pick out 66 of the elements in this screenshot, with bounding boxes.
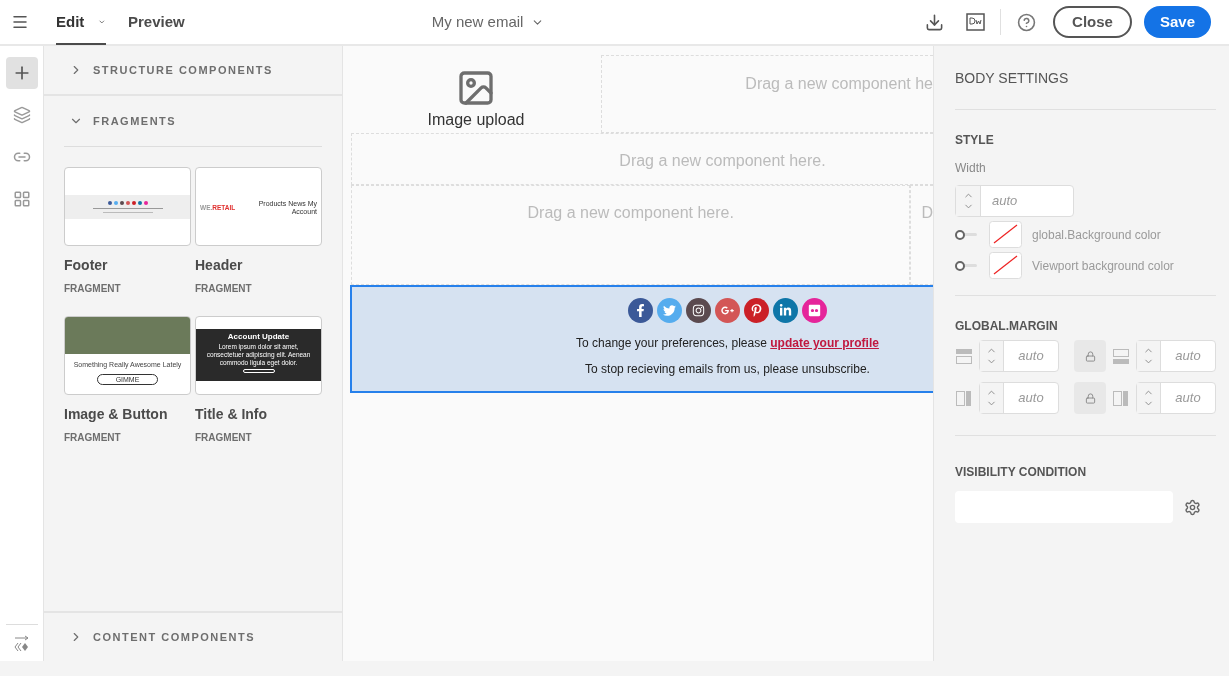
margin-icon <box>955 389 973 407</box>
linkedin-icon[interactable] <box>773 298 798 323</box>
section-heading: GLOBAL.MARGIN <box>955 318 1059 335</box>
instagram-icon[interactable] <box>686 298 711 323</box>
margin-icon <box>955 347 973 365</box>
lock-icon <box>1084 350 1096 362</box>
fragment-type: FRAGMENT <box>64 282 122 296</box>
width-stepper[interactable]: auto <box>955 185 1074 217</box>
download-icon[interactable] <box>925 12 945 32</box>
close-button[interactable]: Close <box>1053 6 1132 38</box>
no-color-swatch[interactable] <box>989 252 1022 279</box>
field-label: Width <box>955 160 987 177</box>
footer-thumbnail[interactable] <box>64 167 191 246</box>
fragment-type: FRAGMENT <box>64 431 122 445</box>
color-label: Viewport background color <box>1032 257 1174 275</box>
lock-icon <box>1084 392 1096 404</box>
settings-icon[interactable] <box>1184 498 1201 516</box>
fragment-name: Footer <box>64 256 109 275</box>
fragment-name: Title & Info <box>195 405 269 424</box>
width-field[interactable]: auto <box>981 186 1073 216</box>
section-header[interactable]: STRUCTURE COMPONENTS <box>44 46 342 96</box>
lock-button[interactable] <box>1074 382 1106 414</box>
fragment-name: Image & Button <box>64 405 169 424</box>
googleplus-icon[interactable] <box>715 298 740 323</box>
margin-stepper[interactable]: auto <box>1004 341 1058 371</box>
unsubscribe-text: To stop recieving emails from us, please unsubscribe. <box>585 361 870 378</box>
document-title[interactable]: My new email <box>431 10 545 34</box>
image-icon <box>456 68 496 108</box>
preferences-text: To change your preferences, please update your profile <box>576 335 879 352</box>
pinterest-icon[interactable] <box>744 298 769 323</box>
help-icon[interactable] <box>1017 12 1037 32</box>
section-heading: STYLE <box>955 132 995 149</box>
grid-icon <box>12 190 31 208</box>
save-button[interactable]: Save <box>1143 6 1211 38</box>
update-profile-link[interactable]: update your profile <box>770 336 879 350</box>
fragment-name: Header <box>195 256 244 275</box>
margin-stepper[interactable]: auto <box>1136 382 1216 414</box>
thumbnail-heading: Account Update <box>227 332 290 342</box>
margin-stepper[interactable]: auto <box>979 382 1059 414</box>
plus-rail-button[interactable] <box>5 57 38 89</box>
margin-stepper[interactable]: auto <box>1161 341 1215 371</box>
collapse-icon[interactable] <box>12 635 31 653</box>
margin-stepper[interactable]: auto <box>979 340 1059 372</box>
layers-icon <box>12 106 31 124</box>
margin-stepper[interactable]: auto <box>1161 383 1215 413</box>
footer-block[interactable]: To change your preferences, please update your profile To stop recieving emails from us, please unsubscribe. <box>350 285 933 393</box>
margin-icon <box>1112 347 1130 365</box>
tab[interactable]: Preview <box>128 0 185 45</box>
toggle-switch[interactable] <box>955 260 979 271</box>
margin-stepper[interactable]: auto <box>1004 383 1058 413</box>
fragment-type: FRAGMENT <box>195 282 253 296</box>
section-heading: VISIBILITY CONDITION <box>955 464 1088 481</box>
margin-icon <box>1112 389 1130 407</box>
color-label: global.Background color <box>1032 226 1161 244</box>
menu-icon[interactable] <box>11 13 29 31</box>
dw-file-icon[interactable] <box>966 13 986 31</box>
toggle-switch[interactable] <box>955 229 979 240</box>
panel-title: BODY SETTINGS <box>955 68 1216 110</box>
margin-stepper[interactable]: auto <box>1136 340 1216 372</box>
flickr-icon[interactable] <box>802 298 827 323</box>
no-color-swatch[interactable] <box>989 221 1022 248</box>
facebook-icon[interactable] <box>628 298 653 323</box>
fragment-type: FRAGMENT <box>195 431 253 445</box>
image-upload-block[interactable]: Image upload <box>351 55 601 133</box>
lock-button[interactable] <box>1074 340 1106 372</box>
section-header[interactable]: FRAGMENTS <box>44 96 342 146</box>
